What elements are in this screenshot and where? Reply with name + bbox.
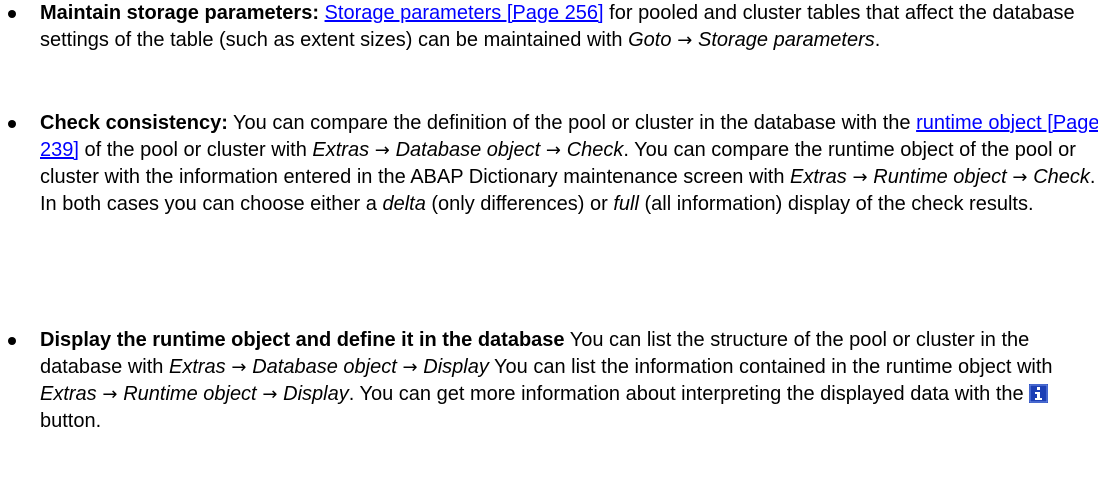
- item-text: Display the runtime object and define it…: [40, 327, 1098, 435]
- arrow-icon: →: [671, 30, 698, 51]
- menu-path-runtime-object: Runtime object: [873, 166, 1007, 188]
- bullet-icon: [8, 10, 16, 18]
- menu-path-database-object: Database object: [252, 356, 397, 378]
- text-run: . You can get more information about int…: [348, 383, 1030, 405]
- menu-path-extras: Extras: [790, 166, 847, 188]
- menu-path-extras: Extras: [40, 383, 97, 405]
- arrow-icon: →: [369, 140, 396, 161]
- arrow-icon: →: [225, 357, 253, 378]
- menu-path-goto: Goto: [628, 29, 672, 51]
- item-heading: Check consistency:: [40, 112, 228, 134]
- menu-path-check: Check: [566, 139, 624, 161]
- text-run: You can list the information contained i…: [488, 356, 1053, 378]
- arrow-icon: →: [396, 357, 424, 378]
- list-item-storage-parameters: Maintain storage parameters: Storage par…: [0, 0, 1098, 54]
- term-full: full: [613, 193, 639, 215]
- bullet-icon: [8, 337, 16, 345]
- list-item-display-runtime-object: Display the runtime object and define it…: [0, 327, 1098, 435]
- menu-path-display: Display: [283, 383, 349, 405]
- arrow-icon: →: [540, 140, 567, 161]
- arrow-icon: →: [1006, 167, 1034, 188]
- term-delta: delta: [382, 193, 426, 215]
- item-heading: Maintain storage parameters:: [40, 2, 319, 24]
- info-icon[interactable]: [1029, 384, 1049, 403]
- arrow-icon: →: [96, 384, 124, 405]
- menu-path-extras: Extras: [168, 356, 226, 378]
- text-run: of the pool or cluster with: [78, 139, 313, 161]
- menu-path-runtime-object: Runtime object: [123, 383, 257, 405]
- text-run: You can compare the definition of the po…: [227, 112, 917, 134]
- text-run: (only differences) or: [425, 193, 614, 215]
- menu-path-extras: Extras: [312, 139, 370, 161]
- text-run: .: [874, 29, 881, 51]
- menu-path-display: Display: [423, 356, 489, 378]
- text-run: button.: [40, 410, 102, 432]
- list-item-check-consistency: Check consistency: You can compare the d…: [0, 110, 1098, 218]
- item-text: Check consistency: You can compare the d…: [40, 110, 1098, 218]
- item-text: Maintain storage parameters: Storage par…: [40, 0, 1098, 54]
- arrow-icon: →: [846, 167, 874, 188]
- link-storage-parameters[interactable]: Storage parameters [Page 256]: [325, 2, 604, 24]
- menu-path-storage-parameters: Storage parameters: [698, 29, 875, 51]
- arrow-icon: →: [256, 384, 284, 405]
- menu-path-check: Check: [1033, 166, 1090, 188]
- bullet-icon: [8, 120, 16, 128]
- document-page: Maintain storage parameters: Storage par…: [0, 0, 1098, 488]
- text-run: (all information) display of the check r…: [638, 193, 1034, 215]
- menu-path-database-object: Database object: [395, 139, 541, 161]
- item-heading: Display the runtime object and define it…: [40, 329, 565, 351]
